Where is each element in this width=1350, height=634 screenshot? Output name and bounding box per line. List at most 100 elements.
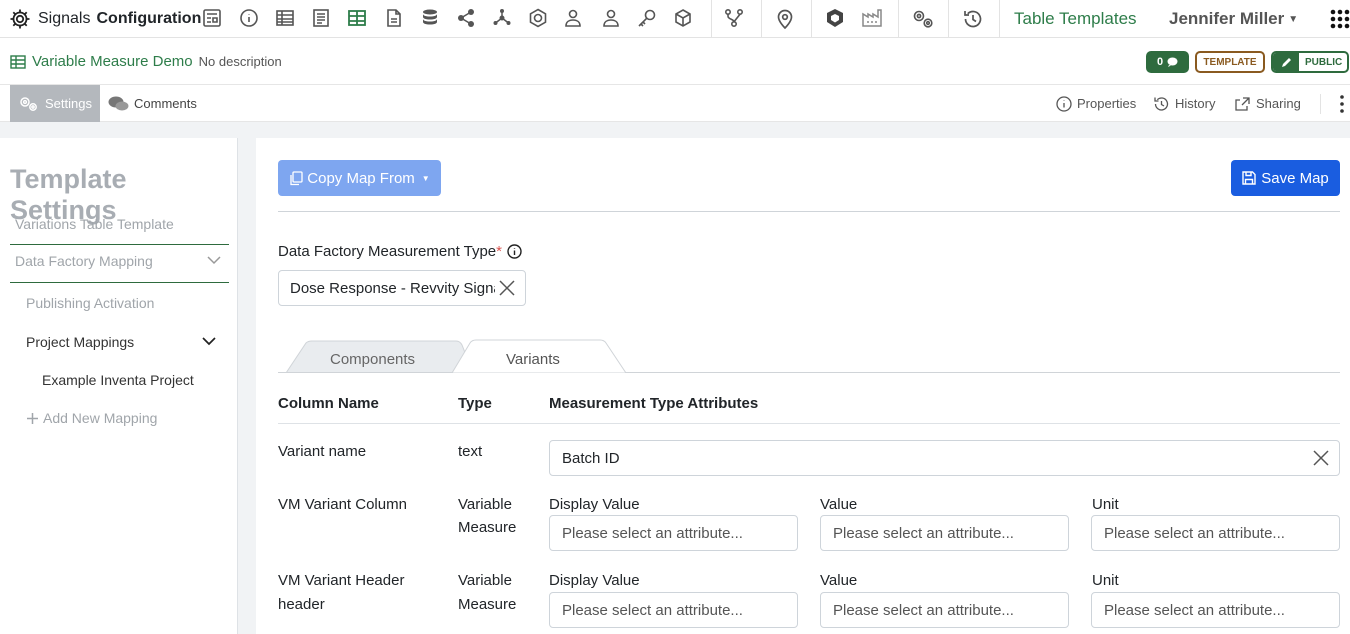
app-brand[interactable]: Signals Configuration	[8, 7, 201, 31]
add-new-mapping-label: Add New Mapping	[43, 410, 158, 426]
value-select[interactable]	[820, 592, 1069, 628]
shield-icon[interactable]	[825, 8, 847, 30]
mapping-panel: Copy Map From ▼ Save Map Data Factory Me…	[256, 138, 1350, 634]
save-icon	[1242, 171, 1256, 185]
display-value-select[interactable]	[549, 515, 798, 551]
divider	[711, 0, 712, 38]
sidebar-item-publishing-activation[interactable]: Publishing Activation	[26, 295, 154, 311]
unit-select[interactable]	[1091, 515, 1340, 551]
sidebar-item-label: Project Mappings	[26, 334, 135, 350]
attribute-select[interactable]: Batch ID	[549, 440, 1340, 476]
file-icon[interactable]	[384, 8, 406, 30]
display-value-label: Display Value	[549, 572, 640, 589]
tab-comments[interactable]: Comments	[108, 85, 197, 122]
tab-history-label: History	[1175, 96, 1216, 111]
tab-bar: Settings Comments Properties History Sha…	[0, 85, 1350, 122]
template-badge: TEMPLATE	[1195, 51, 1265, 73]
more-options-icon[interactable]	[1336, 94, 1348, 114]
chevron-down-icon	[202, 337, 216, 350]
save-map-button[interactable]: Save Map	[1231, 160, 1340, 196]
top-navbar: Signals Configuration Table Templates Jen…	[0, 0, 1350, 38]
database-icon[interactable]	[420, 8, 442, 30]
column-name-header: Column Name	[278, 395, 379, 412]
display-value-label: Display Value	[549, 496, 640, 513]
unit-label: Unit	[1092, 572, 1119, 589]
type-header: Type	[458, 395, 492, 412]
comment-count: 0	[1156, 56, 1164, 68]
user-gear-icon[interactable]	[564, 8, 586, 30]
tab-settings-label: Settings	[45, 96, 92, 111]
hexagon-icon[interactable]	[528, 8, 550, 30]
chevron-down-icon	[207, 256, 221, 282]
clear-icon[interactable]	[1313, 450, 1329, 466]
divider	[898, 0, 899, 38]
cube-icon[interactable]	[673, 8, 695, 30]
row-column-name: Variant name	[278, 443, 367, 460]
document-icon[interactable]	[311, 8, 333, 30]
table-green-icon[interactable]	[347, 8, 369, 30]
public-badge[interactable]: PUBLIC	[1271, 51, 1349, 73]
form-icon[interactable]	[202, 8, 224, 30]
factory-icon[interactable]	[861, 8, 883, 30]
comment-icon	[1167, 57, 1178, 67]
plus-icon	[26, 412, 39, 425]
value-label: Value	[820, 572, 858, 589]
sidebar-item-project-mappings[interactable]: Project Mappings	[26, 334, 216, 350]
entity-bar: Variable Measure Demo No description 0 T…	[0, 39, 1350, 85]
network-icon[interactable]	[492, 8, 514, 30]
user-name: Jennifer Miller	[1169, 9, 1285, 28]
display-value-select[interactable]	[549, 592, 798, 628]
entity-description[interactable]: No description	[199, 54, 282, 69]
comment-count-badge[interactable]: 0	[1146, 51, 1189, 73]
info-icon[interactable]	[507, 244, 522, 259]
row-type-line1: Variable	[458, 572, 512, 589]
unit-select[interactable]	[1091, 592, 1340, 628]
sidebar-item-variations-table[interactable]: Variations Table Template	[10, 216, 229, 245]
gears-icon[interactable]	[911, 8, 933, 30]
share-icon[interactable]	[456, 8, 478, 30]
sidebar-item-example-project[interactable]: Example Inventa Project	[42, 372, 194, 388]
tab-history[interactable]: History	[1153, 85, 1215, 122]
divider	[948, 0, 949, 38]
save-map-label: Save Map	[1261, 169, 1329, 187]
caret-down-icon: ▼	[1288, 14, 1299, 26]
caret-down-icon: ▼	[421, 173, 430, 183]
tab-components[interactable]: Components	[330, 351, 415, 368]
measurement-type-label-text: Data Factory Measurement Type	[278, 243, 497, 260]
map-pin-icon[interactable]	[774, 8, 796, 30]
table-icon[interactable]	[275, 8, 297, 30]
sidebar-item-label: Data Factory Mapping	[15, 253, 153, 269]
brand-bold: Configuration	[96, 10, 202, 27]
copy-map-from-button[interactable]: Copy Map From ▼	[278, 160, 441, 196]
required-mark: *	[496, 243, 502, 260]
divider	[278, 423, 1340, 424]
branch-icon[interactable]	[724, 8, 746, 30]
copy-map-label: Copy Map From	[307, 169, 415, 187]
user-icon[interactable]	[601, 8, 623, 30]
history-icon[interactable]	[962, 8, 984, 30]
value-select[interactable]	[820, 515, 1069, 551]
share-external-icon	[1234, 96, 1251, 112]
row-column-name-line2: header	[278, 596, 325, 613]
sidebar-item-data-factory-mapping[interactable]: Data Factory Mapping	[10, 253, 229, 283]
tab-settings[interactable]: Settings	[10, 85, 100, 122]
tab-sharing[interactable]: Sharing	[1234, 85, 1301, 122]
row-type: text	[458, 443, 483, 460]
add-new-mapping-link[interactable]: Add New Mapping	[26, 410, 157, 426]
row-column-name: VM Variant Column	[278, 496, 407, 513]
tab-properties-label: Properties	[1077, 96, 1137, 111]
section-label[interactable]: Table Templates	[1014, 9, 1137, 29]
user-menu[interactable]: Jennifer Miller ▼	[1169, 9, 1298, 29]
apps-grid-icon[interactable]	[1329, 7, 1350, 31]
clear-icon[interactable]	[499, 280, 515, 296]
tab-variants[interactable]: Variants	[506, 351, 560, 368]
entity-name[interactable]: Variable Measure Demo	[32, 53, 193, 70]
attributes-header: Measurement Type Attributes	[549, 395, 759, 412]
tab-properties[interactable]: Properties	[1056, 85, 1136, 122]
tab-sharing-label: Sharing	[1256, 96, 1301, 111]
info-icon[interactable]	[239, 8, 261, 30]
measurement-type-select[interactable]: Dose Response - Revvity Signals	[278, 270, 526, 306]
pencil-icon	[1273, 53, 1299, 71]
brand-prefix: Signals	[38, 10, 91, 27]
key-icon[interactable]	[637, 8, 659, 30]
